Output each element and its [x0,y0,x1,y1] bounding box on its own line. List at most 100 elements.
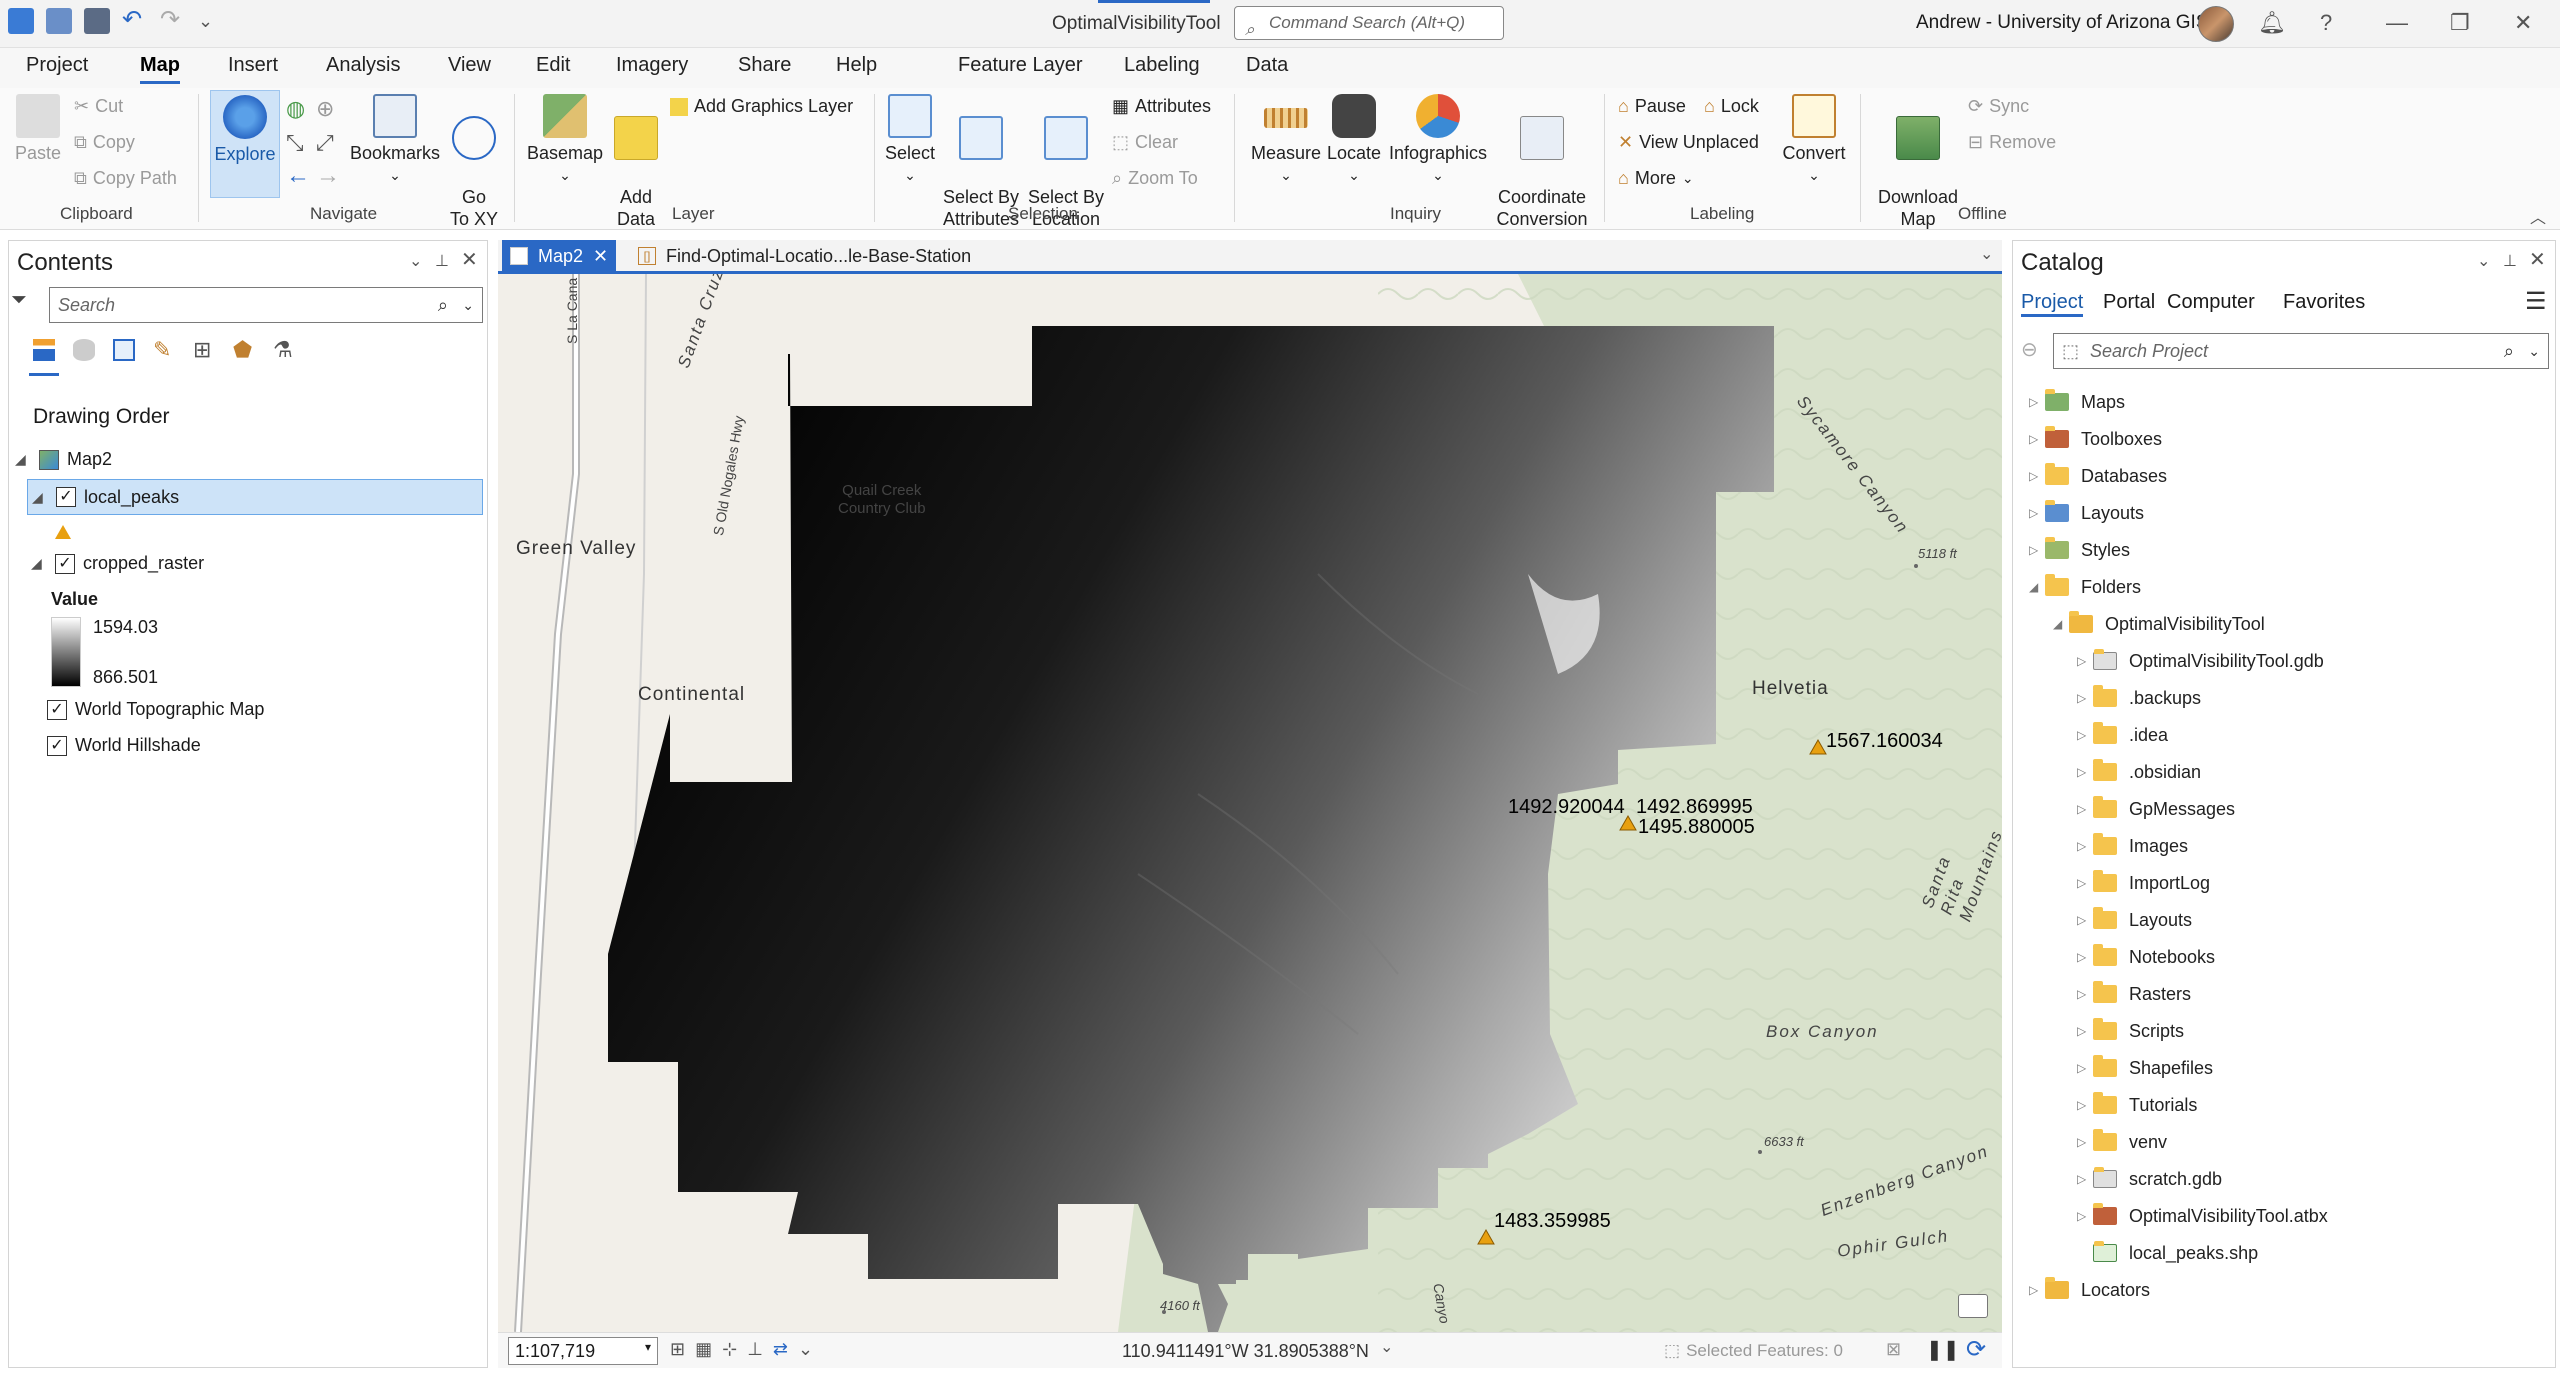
catalog-item-folder[interactable]: ▷ .backups [2077,683,2201,713]
tab-insert[interactable]: Insert [228,54,278,81]
zoom-to-selection-button[interactable]: ⌕ Zoom To [1112,168,1198,189]
scale-input[interactable]: 1:107,719 ▾ [508,1337,658,1365]
snap-icon[interactable]: ⊹ [722,1339,737,1360]
avatar[interactable] [2198,6,2234,42]
catalog-item-folder[interactable]: ▷ ImportLog [2077,868,2210,898]
coordinate-conversion-button[interactable]: Coordinate Conversion [1494,94,1590,230]
filter-icon[interactable]: ⏷ [11,289,27,312]
go-to-xy-button[interactable]: Go To XY [446,94,502,230]
data-source-icon[interactable] [73,339,95,361]
pause-labeling-button[interactable]: ⌂ Pause [1618,96,1686,117]
catalog-item-toolboxes[interactable]: ▷ Toolboxes [2029,424,2162,454]
expand-icon[interactable]: ▷ [2077,802,2093,816]
dynamic-icon[interactable]: ⇄ [773,1339,788,1360]
expand-icon[interactable]: ▷ [2077,1098,2093,1112]
catalog-item-databases[interactable]: ▷ Databases [2029,461,2167,491]
expand-icon[interactable]: ▷ [2029,1283,2045,1297]
catalog-item-folder[interactable]: ▷ Layouts [2077,905,2192,935]
tab-share[interactable]: Share [738,54,791,81]
redo-icon[interactable]: ↷ [160,8,186,34]
paste-button[interactable]: Paste [12,94,64,164]
expand-icon[interactable]: ▷ [2077,876,2093,890]
layer-visibility-checkbox[interactable]: ✓ [47,699,67,720]
select-button[interactable]: Select ⌄ [880,94,940,186]
fixed-zoom-icon[interactable]: ⊕ [316,96,334,122]
contents-search-input[interactable]: Search ⌕ ⌄ [49,287,483,323]
tab-imagery[interactable]: Imagery [616,54,688,81]
expand-icon[interactable]: ▷ [2077,1135,2093,1149]
pin-icon[interactable]: ⊥ [435,251,449,271]
view-unplaced-button[interactable]: ✕ View Unplaced [1618,132,1759,153]
catalog-tab-computer[interactable]: Computer [2167,291,2255,314]
catalog-tab-favorites[interactable]: Favorites [2283,291,2365,314]
catalog-item-folder[interactable]: ▷ venv [2077,1127,2167,1157]
catalog-item-folder[interactable]: ▷ Scripts [2077,1016,2184,1046]
copy-button[interactable]: ⧉ Copy [74,132,135,153]
constraint-icon[interactable]: ⊥ [747,1339,763,1360]
grid-icon[interactable]: ⊞ [670,1339,685,1360]
expand-icon[interactable]: ▷ [2077,1061,2093,1075]
close-pane-icon[interactable]: ✕ [2529,247,2546,272]
expand-icon[interactable]: ▷ [2077,691,2093,705]
catalog-search-input[interactable]: ⬚ Search Project ⌕ ⌄ [2053,333,2549,369]
expand-icon[interactable]: ▷ [2029,469,2045,483]
cut-button[interactable]: ✂ Cut [74,96,123,117]
expand-icon[interactable]: ▷ [2077,913,2093,927]
selection-view-icon[interactable] [113,339,135,361]
catalog-item-folder[interactable]: ▷ .obsidian [2077,757,2201,787]
download-map-button[interactable]: Download Map [1872,94,1964,230]
convert-labels-button[interactable]: Convert ⌄ [1776,94,1852,186]
tab-data[interactable]: Data [1246,54,1288,81]
layer-visibility-checkbox[interactable]: ✓ [47,735,67,756]
catalog-item-shapefile[interactable]: local_peaks.shp [2093,1238,2258,1268]
layer-cropped-raster[interactable]: ◢ ✓ cropped_raster [31,553,204,574]
tab-list-icon[interactable]: ⌄ [1980,244,1993,264]
expand-icon[interactable]: ▷ [2077,839,2093,853]
tab-map2[interactable]: Map2 ✕ [502,240,617,272]
lock-labeling-button[interactable]: ⌂ Lock [1704,96,1759,117]
catalog-item-maps[interactable]: ▷ Maps [2029,387,2125,417]
tab-help[interactable]: Help [836,54,877,81]
tab-feature-layer[interactable]: Feature Layer [958,54,1083,81]
locate-button[interactable]: Locate ⌄ [1324,94,1384,186]
chevron-down-icon[interactable]: ⌄ [798,1339,813,1360]
tab-edit[interactable]: Edit [536,54,570,81]
map-view[interactable]: Green Valley Continental Quail Creek Cou… [498,274,2002,1332]
catalog-item-atbx[interactable]: ▷ OptimalVisibilityTool.atbx [2077,1201,2328,1231]
full-extent-icon[interactable]: ◍ [286,96,305,122]
expand-icon[interactable]: ▷ [2029,395,2045,409]
bookmarks-button[interactable]: Bookmarks ⌄ [350,94,440,186]
notifications-icon[interactable]: 🔔︎ [2258,10,2286,36]
catalog-tab-project[interactable]: Project [2021,291,2084,317]
zoom-out-fixed-icon[interactable]: ⤢ [316,130,334,156]
expand-icon[interactable]: ▷ [2077,950,2093,964]
tab-analysis[interactable]: Analysis [326,54,400,81]
catalog-item-folder[interactable]: ▷ .idea [2077,720,2168,750]
explore-button[interactable]: Explore [210,90,280,198]
layer-visibility-checkbox[interactable]: ✓ [56,487,76,507]
map-tips-icon[interactable] [1958,1294,1988,1318]
attributes-button[interactable]: ▦ Attributes [1112,96,1211,117]
refresh-icon[interactable]: ⟳ [1966,1335,1986,1364]
collapse-icon[interactable]: ◢ [31,555,47,572]
close-pane-icon[interactable]: ✕ [461,247,478,272]
minimize-icon[interactable]: — [2386,10,2408,36]
snapping-icon[interactable]: ⊞ [193,339,215,361]
catalog-item-scratch-gdb[interactable]: ▷ scratch.gdb [2077,1164,2222,1194]
clear-selection-button[interactable]: ⬚ Clear [1112,132,1178,153]
catalog-item-folder[interactable]: ▷ Rasters [2077,979,2191,1009]
perspective-imagery-icon[interactable]: ⚗ [273,339,295,361]
open-project-icon[interactable] [46,8,72,34]
zoom-in-fixed-icon[interactable]: ⤡ [286,130,304,156]
table-icon[interactable]: ▦ [695,1339,712,1360]
catalog-item-folder[interactable]: ▷ Tutorials [2077,1090,2197,1120]
catalog-item-folder[interactable]: ▷ Shapefiles [2077,1053,2213,1083]
tab-notebook[interactable]: [] Find-Optimal-Locatio...le-Base-Statio… [630,240,979,272]
catalog-item-layouts[interactable]: ▷ Layouts [2029,498,2144,528]
save-icon[interactable] [84,8,110,34]
back-icon[interactable]: ⊖ [2021,337,2038,362]
pause-drawing-icon[interactable]: ❚❚ [1926,1337,1960,1362]
catalog-item-styles[interactable]: ▷ Styles [2029,535,2130,565]
restore-icon[interactable]: ❐ [2450,10,2470,36]
customize-qat-icon[interactable]: ⌄ [198,8,224,34]
